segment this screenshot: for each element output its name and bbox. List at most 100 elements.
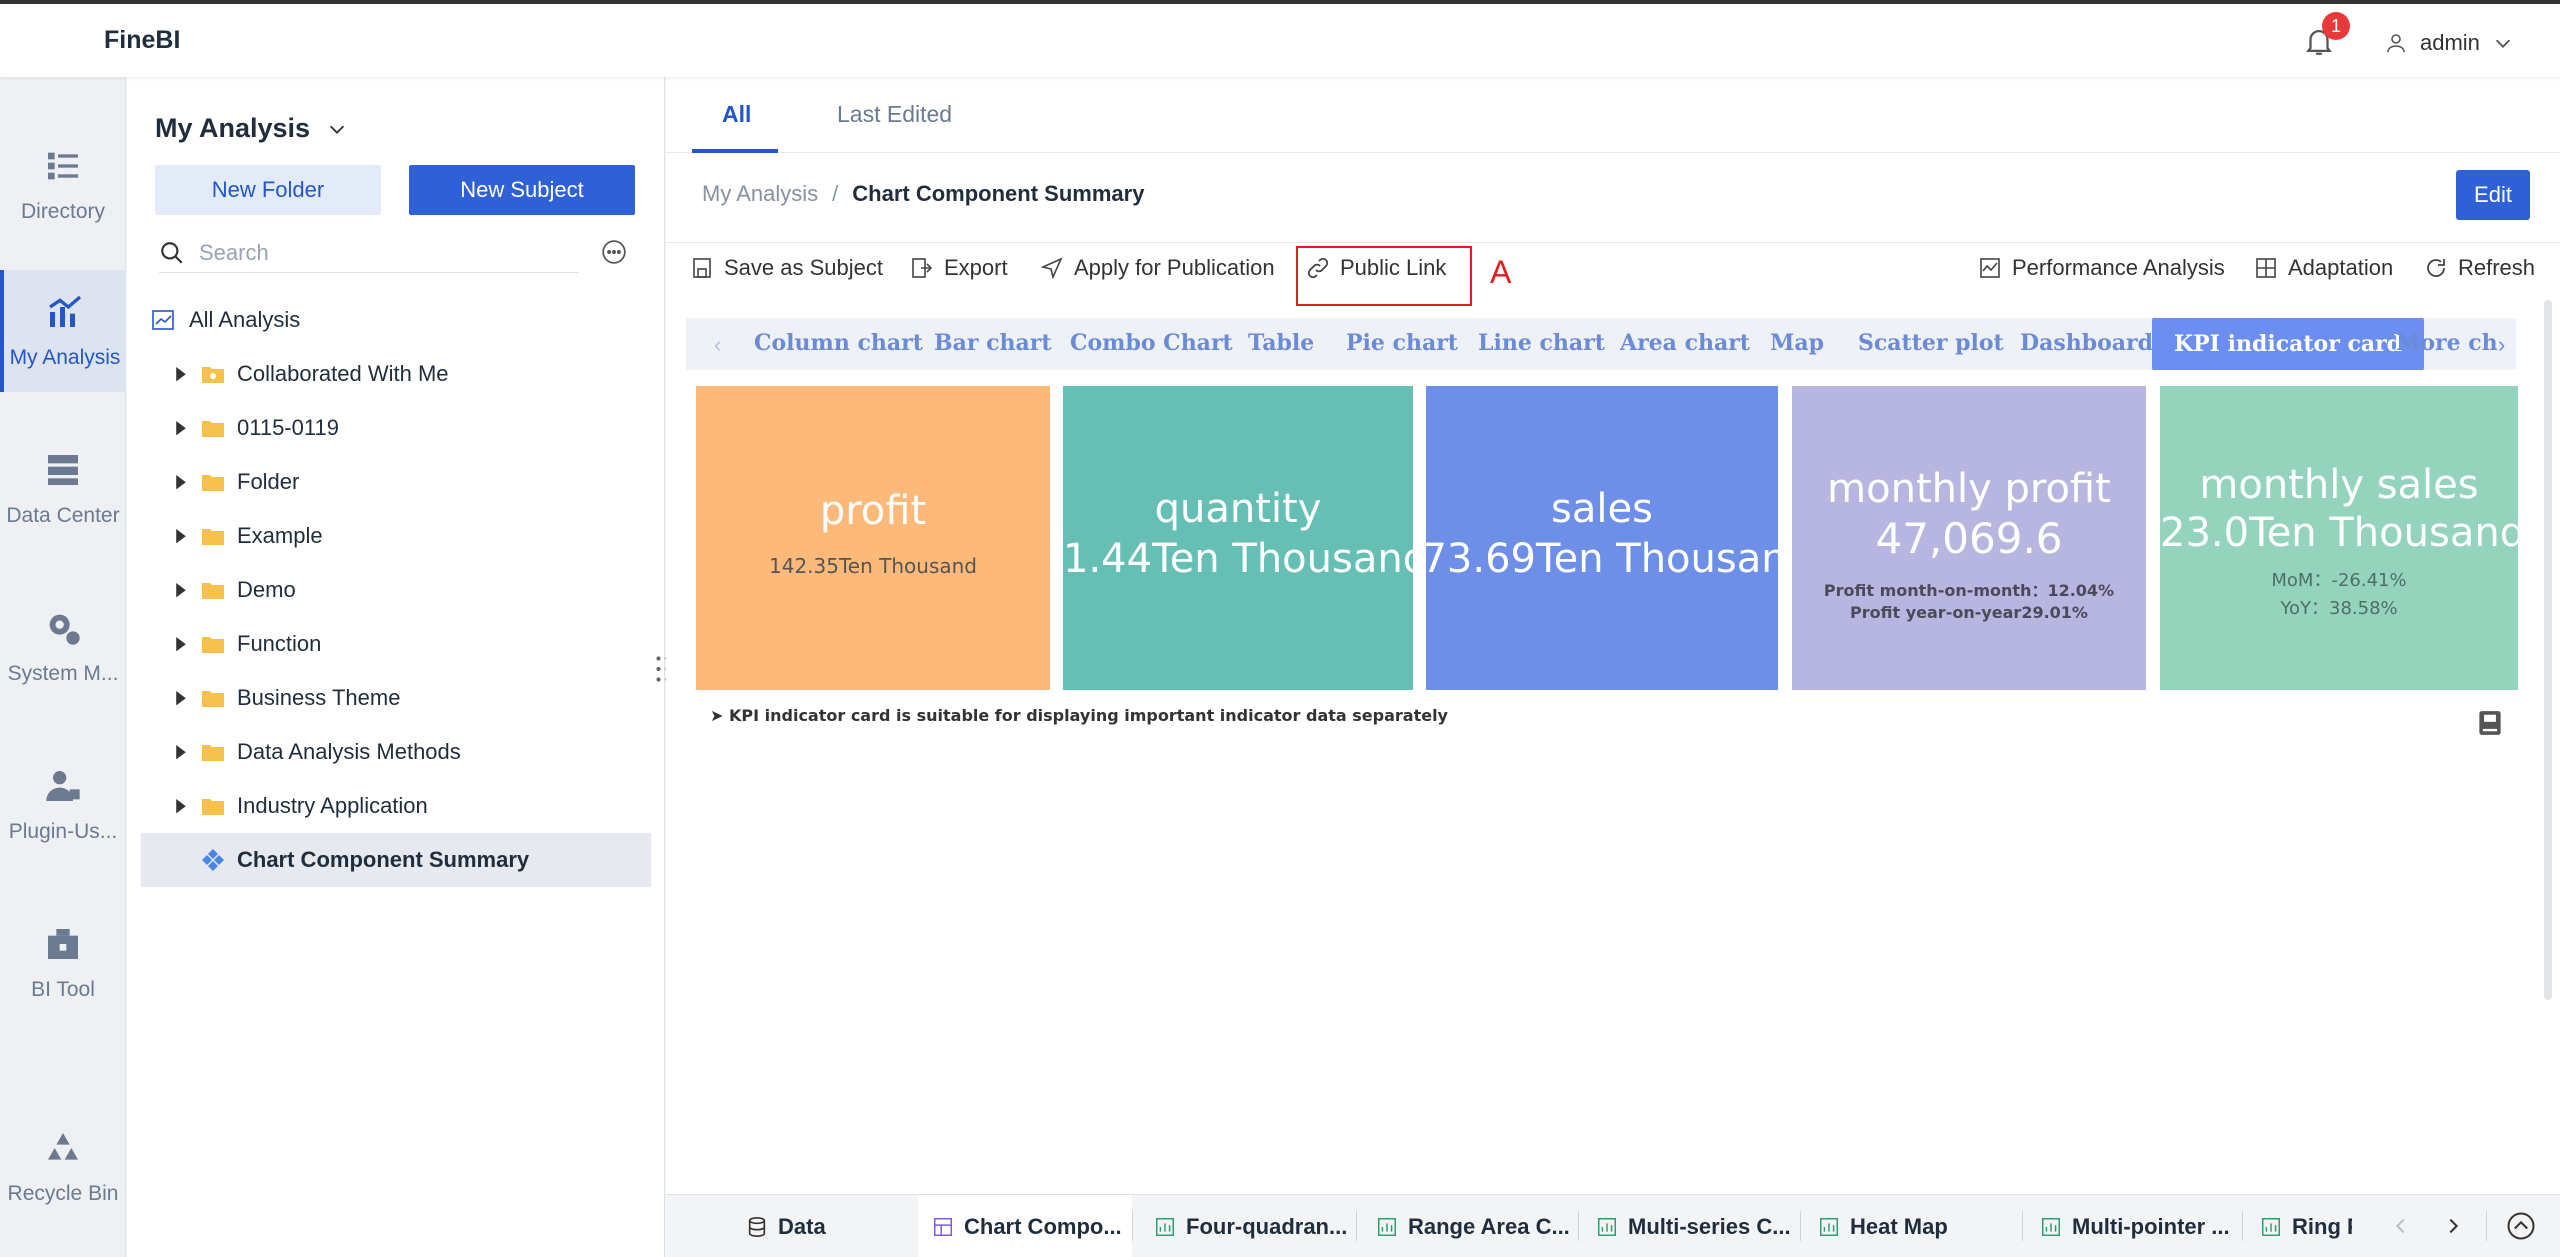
tab-separator [2242, 1211, 2243, 1241]
search-input[interactable] [199, 239, 559, 266]
bottom-tab-chart-component[interactable]: Chart Compo... [918, 1195, 1132, 1257]
export-button[interactable]: Export [910, 247, 1008, 289]
rail-item-directory[interactable]: Directory [0, 124, 126, 246]
rail-item-recycle-bin[interactable]: Recycle Bin [0, 1106, 126, 1228]
folder-label: Industry Application [237, 793, 428, 818]
new-subject-button[interactable]: New Subject [409, 165, 635, 215]
chevron-left-icon[interactable]: ‹ [714, 332, 721, 358]
bottom-tab-ring[interactable]: Ring F [2260, 1195, 2352, 1257]
kpi-value: 23.0Ten Thousand [2160, 510, 2518, 556]
subject-icon [202, 849, 224, 871]
rail-item-plugin-user[interactable]: Plugin-Us... [0, 744, 126, 866]
chart-tab[interactable]: Scatter plot [1858, 330, 2004, 356]
folder-icon [202, 475, 224, 491]
tree-folder[interactable]: Industry Application [141, 779, 651, 833]
tree-folder[interactable]: Function [141, 617, 651, 671]
directory-icon [48, 152, 78, 180]
chart-tab[interactable]: Line chart [1478, 330, 1605, 356]
kpi-description: ➤ KPI indicator card is suitable for dis… [710, 706, 1448, 725]
caret-right-icon [176, 528, 186, 544]
performance-analysis-label: Performance Analysis [2012, 255, 2225, 280]
chevron-left-icon[interactable] [2390, 1215, 2412, 1237]
breadcrumb: My Analysis / Chart Component Summary [702, 181, 1144, 207]
folder-label: Business Theme [237, 685, 401, 710]
tab-separator [2022, 1211, 2023, 1241]
performance-analysis-button[interactable]: Performance Analysis [1978, 247, 2225, 289]
rail-item-system-management[interactable]: System M... [0, 586, 126, 708]
rail-label: Directory [20, 200, 105, 223]
tree-root[interactable]: All Analysis [141, 293, 651, 347]
folder-label: Function [237, 631, 322, 656]
rail-item-data-center[interactable]: Data Center [0, 428, 126, 550]
apply-publication-button[interactable]: Apply for Publication [1040, 247, 1275, 289]
bottom-tab-four-quadrant[interactable]: Four-quadran... [1154, 1195, 1354, 1257]
panel-title[interactable]: My Analysis [155, 113, 348, 144]
tree-folder[interactable]: Data Analysis Methods [141, 725, 651, 779]
bi-tool-icon [48, 929, 78, 959]
chart-tab[interactable]: Area chart [1620, 330, 1750, 356]
adaptation-button[interactable]: Adaptation [2254, 247, 2393, 289]
chevron-right-icon[interactable] [2442, 1215, 2464, 1237]
chart-tab[interactable]: Column chart [754, 330, 923, 356]
rail-label: Plugin-Us... [8, 820, 118, 843]
bottom-tab-heat-map[interactable]: Heat Map [1818, 1195, 2018, 1257]
breadcrumb-parent[interactable]: My Analysis [702, 181, 818, 207]
tab-separator [1578, 1211, 1579, 1241]
chart-tab-active[interactable]: KPI indicator card [2152, 318, 2425, 370]
my-analysis-icon [49, 295, 82, 327]
bottom-tab-multi-pointer[interactable]: Multi-pointer ... [2040, 1195, 2240, 1257]
send-icon [1040, 257, 1063, 280]
user-menu[interactable]: admin [2384, 26, 2514, 60]
rail-item-bi-tool[interactable]: BI Tool [0, 902, 126, 1024]
active-tab-indicator [692, 149, 778, 153]
top-bar: FineBI 1 admin [0, 0, 2560, 77]
bottom-tab-multi-series[interactable]: Multi-series C... [1596, 1195, 1796, 1257]
scrollbar[interactable] [2544, 300, 2552, 1000]
analysis-tree: All Analysis Collaborated With Me 0115-0… [141, 293, 651, 887]
rail-label: My Analysis [9, 346, 121, 369]
bottom-tab-bar: Data Chart Compo... Four-quadran... Rang… [666, 1194, 2560, 1257]
bottom-tab-range-area[interactable]: Range Area C... [1376, 1195, 1576, 1257]
tree-folder-collaborated[interactable]: Collaborated With Me [141, 347, 651, 401]
user-icon [2387, 34, 2405, 53]
kpi-value: 773.69Ten Thousand [1426, 536, 1778, 582]
bottom-tab-data[interactable]: Data [746, 1195, 896, 1257]
chart-tab[interactable]: Map [1770, 330, 1824, 356]
tab-last-edited[interactable]: Last Edited [837, 101, 952, 128]
tree-root-label: All Analysis [189, 307, 301, 332]
folder-label: Collaborated With Me [237, 361, 449, 386]
tree-folder[interactable]: Example [141, 509, 651, 563]
bottom-tab-label: Heat Map [1850, 1213, 1948, 1239]
chart-tab[interactable]: Combo Chart [1070, 330, 1233, 356]
chart-icon [2262, 1217, 2280, 1236]
rail-item-my-analysis[interactable]: My Analysis [0, 270, 126, 392]
save-as-subject-button[interactable]: Save as Subject [690, 247, 883, 289]
tree-folder[interactable]: Demo [141, 563, 651, 617]
chart-tab[interactable]: Pie chart [1346, 330, 1458, 356]
more-options-icon[interactable] [601, 239, 627, 265]
bottom-tab-label: Chart Compo... [964, 1213, 1122, 1239]
breadcrumb-current: Chart Component Summary [852, 181, 1145, 206]
chart-tab[interactable]: Bar chart [934, 330, 1052, 356]
chart-tab[interactable]: More cha [2396, 330, 2498, 356]
tree-folder[interactable]: Folder [141, 455, 651, 509]
chevron-right-icon[interactable]: › [2498, 332, 2505, 358]
toolbar-divider [666, 242, 2560, 243]
tree-item-selected[interactable]: Chart Component Summary [141, 833, 651, 887]
tree-folder[interactable]: Business Theme [141, 671, 651, 725]
book-icon[interactable] [2478, 710, 2502, 736]
new-folder-button[interactable]: New Folder [155, 165, 381, 215]
collapse-up-icon[interactable] [2506, 1211, 2536, 1241]
tab-separator [1800, 1211, 1801, 1241]
chart-tab[interactable]: Table [1248, 330, 1314, 356]
chevron-down-icon [2495, 39, 2510, 48]
system-management-icon [49, 614, 80, 645]
left-rail: Directory My Analysis Data Center System… [0, 77, 126, 1257]
tab-all[interactable]: All [722, 101, 751, 128]
refresh-button[interactable]: Refresh [2424, 247, 2535, 289]
chart-tab[interactable]: Dashboard [2020, 330, 2153, 356]
breadcrumb-separator: / [832, 181, 839, 206]
edit-button[interactable]: Edit [2456, 170, 2530, 220]
tree-folder[interactable]: 0115-0119 [141, 401, 651, 455]
content-tabs: All Last Edited [666, 77, 2560, 153]
